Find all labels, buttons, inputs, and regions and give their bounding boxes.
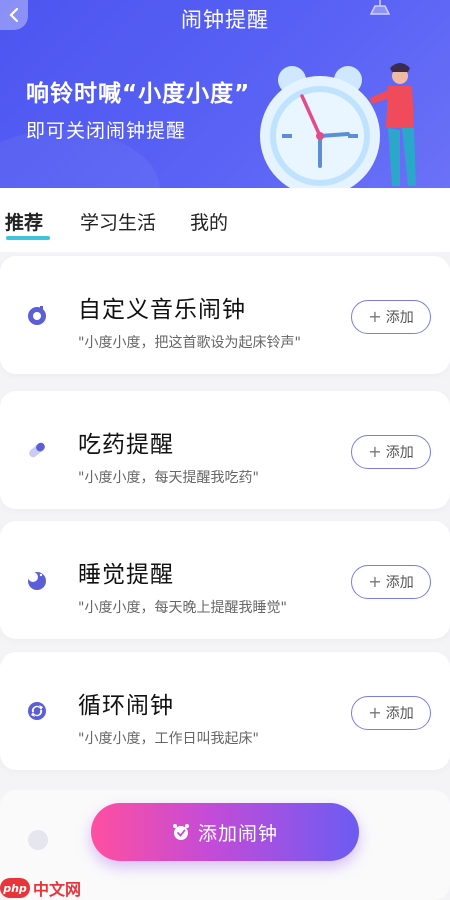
lamp-icon: [369, 0, 391, 15]
tab-bar: 推荐 学习生活 我的: [0, 188, 450, 252]
add-button[interactable]: + 添加: [351, 565, 431, 599]
alarm-clock-icon: [172, 824, 189, 840]
add-alarm-button[interactable]: 添加闹钟: [91, 803, 359, 861]
banner-headline: 响铃时喊“小度小度”: [26, 81, 251, 107]
card-desc: "小度小度，每天提醒我吃药": [78, 470, 259, 486]
alarm-card-medicine[interactable]: 吃药提醒 "小度小度，每天提醒我吃药" + 添加: [0, 391, 450, 509]
php-logo: php: [0, 878, 30, 898]
plus-icon: +: [368, 703, 382, 722]
card-title: 吃药提醒: [78, 432, 174, 458]
add-button-label: 添加: [385, 706, 414, 722]
tab-mine[interactable]: 我的: [190, 208, 228, 235]
tab-study-life[interactable]: 学习生活: [80, 208, 156, 235]
alarm-card-custom-music[interactable]: 自定义音乐闹钟 "小度小度，把这首歌设为起床铃声" + 添加: [0, 256, 450, 374]
add-button[interactable]: + 添加: [351, 435, 431, 469]
plus-icon: +: [368, 572, 382, 591]
alarm-clock-illustration: [260, 63, 416, 188]
card-desc: "小度小度，每天晚上提醒我睡觉": [78, 600, 287, 616]
card-desc: "小度小度，工作日叫我起床": [78, 731, 259, 747]
add-button-label: 添加: [385, 310, 414, 326]
card-title: 自定义音乐闹钟: [78, 297, 246, 323]
faded-icon: [28, 830, 48, 850]
card-title: 循环闹钟: [78, 693, 174, 719]
watermark: php 中文网: [0, 876, 81, 900]
plus-icon: +: [368, 442, 382, 461]
add-button[interactable]: + 添加: [351, 696, 431, 730]
card-title: 睡觉提醒: [78, 562, 174, 588]
add-button[interactable]: + 添加: [351, 300, 431, 334]
plus-icon: +: [368, 307, 382, 326]
alarm-card-repeat[interactable]: 循环闹钟 "小度小度，工作日叫我起床" + 添加: [0, 652, 450, 770]
add-alarm-label: 添加闹钟: [197, 822, 278, 845]
watermark-text: 中文网: [33, 880, 82, 899]
alarm-card-sleep[interactable]: 睡觉提醒 "小度小度，每天晚上提醒我睡觉" + 添加: [0, 521, 450, 639]
repeat-icon: [28, 702, 46, 720]
music-alarm-icon: [28, 306, 46, 325]
add-button-label: 添加: [385, 445, 414, 461]
card-desc: "小度小度，把这首歌设为起床铃声": [78, 335, 301, 351]
tab-indicator: [6, 236, 50, 240]
pill-icon: [29, 442, 45, 458]
moon-icon: [28, 572, 46, 590]
banner-subline: 即可关闭闹钟提醒: [26, 120, 187, 142]
tab-recommend[interactable]: 推荐: [5, 208, 43, 235]
header-banner: 闹钟提醒 响铃时喊“小度小度” 即可关闭闹钟提醒: [0, 0, 450, 188]
add-button-label: 添加: [385, 575, 414, 591]
